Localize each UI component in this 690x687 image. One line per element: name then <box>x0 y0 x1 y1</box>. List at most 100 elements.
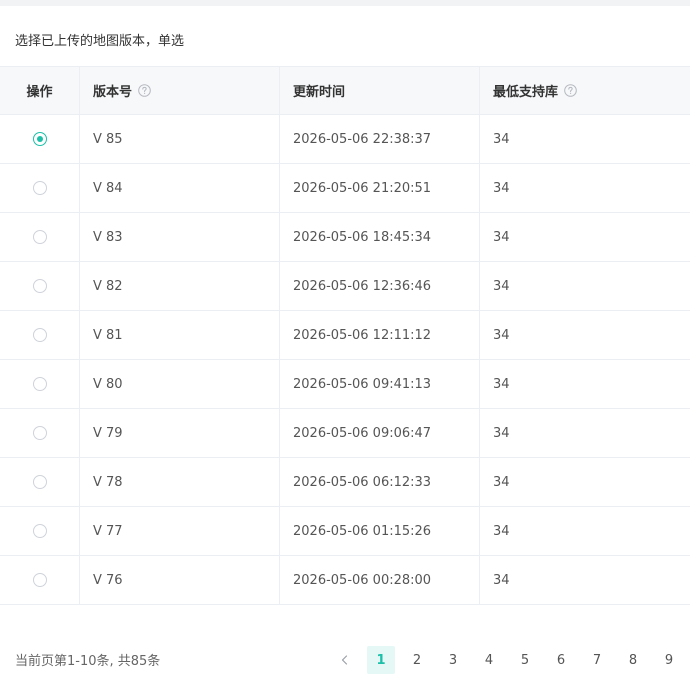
pagination: 123456789 <box>330 646 683 674</box>
version-cell: V 76 <box>80 556 280 604</box>
top-divider-strip <box>0 0 690 6</box>
header-min-lib-label: 最低支持库 <box>493 85 559 100</box>
table-row[interactable]: V 84 2026-05-06 21:20:51 34 <box>0 164 690 213</box>
header-version: 版本号 <box>80 67 280 114</box>
page-7-button[interactable]: 7 <box>583 646 611 674</box>
radio-dot <box>37 479 43 485</box>
page-6-button[interactable]: 6 <box>547 646 575 674</box>
min-lib-cell: 34 <box>493 572 510 588</box>
radio-dot <box>36 136 43 142</box>
row-select-cell <box>0 556 80 604</box>
map-version-table: 操作 版本号 更新时间 最低支持库 V 85 2026-05-06 22:38:… <box>0 66 690 605</box>
page-list: 123456789 <box>360 646 683 674</box>
radio-dot <box>37 234 43 240</box>
version-radio[interactable] <box>32 181 47 195</box>
header-op-label: 操作 <box>26 85 53 100</box>
version-cell: V 83 <box>80 213 280 261</box>
page-3-button[interactable]: 3 <box>439 646 467 674</box>
min-lib-cell: 34 <box>493 278 510 294</box>
row-select-cell <box>0 311 80 359</box>
version-cell: V 77 <box>80 507 280 555</box>
table-row[interactable]: V 83 2026-05-06 18:45:34 34 <box>0 213 690 262</box>
header-time: 更新时间 <box>280 67 480 114</box>
page-9-button[interactable]: 9 <box>655 646 683 674</box>
version-radio[interactable] <box>32 230 47 244</box>
min-lib-cell: 34 <box>493 180 510 196</box>
page-5-button[interactable]: 5 <box>511 646 539 674</box>
table-row[interactable]: V 85 2026-05-06 22:38:37 34 <box>0 115 690 164</box>
row-select-cell <box>0 458 80 506</box>
version-cell: V 80 <box>80 360 280 408</box>
version-radio[interactable] <box>32 377 47 391</box>
table-row[interactable]: V 76 2026-05-06 00:28:00 34 <box>0 556 690 605</box>
table-row[interactable]: V 77 2026-05-06 01:15:26 34 <box>0 507 690 556</box>
version-cell: V 78 <box>80 458 280 506</box>
table-body: V 85 2026-05-06 22:38:37 34 V 84 2026-05-06 … <box>0 115 690 605</box>
help-circle-icon[interactable] <box>138 84 151 97</box>
table-row[interactable]: V 82 2026-05-06 12:36:46 34 <box>0 262 690 311</box>
min-lib-cell: 34 <box>493 474 510 490</box>
table-row[interactable]: V 80 2026-05-06 09:41:13 34 <box>0 360 690 409</box>
update-time-cell: 2026-05-06 12:11:12 <box>280 311 480 359</box>
version-cell: V 82 <box>80 262 280 310</box>
update-time-cell: 2026-05-06 06:12:33 <box>280 458 480 506</box>
page-8-button[interactable]: 8 <box>619 646 647 674</box>
version-radio[interactable] <box>32 279 47 293</box>
update-time-cell: 2026-05-06 00:28:00 <box>280 556 480 604</box>
radio-dot <box>37 430 43 436</box>
min-lib-cell: 34 <box>493 229 510 245</box>
update-time-cell: 2026-05-06 01:15:26 <box>280 507 480 555</box>
version-cell: V 79 <box>80 409 280 457</box>
version-cell: V 81 <box>80 311 280 359</box>
update-time-cell: 2026-05-06 18:45:34 <box>280 213 480 261</box>
version-radio[interactable] <box>32 132 47 146</box>
update-time-cell: 2026-05-06 22:38:37 <box>280 115 480 163</box>
min-lib-cell: 34 <box>493 327 510 343</box>
page-1-button[interactable]: 1 <box>367 646 395 674</box>
radio-dot <box>37 528 43 534</box>
row-select-cell <box>0 213 80 261</box>
table-header-row: 操作 版本号 更新时间 最低支持库 <box>0 66 690 115</box>
min-lib-cell: 34 <box>493 523 510 539</box>
row-select-cell <box>0 409 80 457</box>
version-cell: V 84 <box>80 164 280 212</box>
page-2-button[interactable]: 2 <box>403 646 431 674</box>
min-lib-cell: 34 <box>493 376 510 392</box>
version-radio[interactable] <box>32 524 47 538</box>
chevron-left-icon <box>340 651 350 670</box>
radio-dot <box>37 577 43 583</box>
row-select-cell <box>0 262 80 310</box>
table-row[interactable]: V 81 2026-05-06 12:11:12 34 <box>0 311 690 360</box>
update-time-cell: 2026-05-06 12:36:46 <box>280 262 480 310</box>
help-circle-icon[interactable] <box>564 84 577 97</box>
update-time-cell: 2026-05-06 21:20:51 <box>280 164 480 212</box>
min-lib-cell: 34 <box>493 131 510 147</box>
header-min-lib: 最低支持库 <box>480 67 690 114</box>
update-time-cell: 2026-05-06 09:41:13 <box>280 360 480 408</box>
row-select-cell <box>0 360 80 408</box>
page-4-button[interactable]: 4 <box>475 646 503 674</box>
version-radio[interactable] <box>32 573 47 587</box>
table-row[interactable]: V 78 2026-05-06 06:12:33 34 <box>0 458 690 507</box>
header-time-label: 更新时间 <box>293 85 346 100</box>
header-op: 操作 <box>0 67 80 114</box>
row-select-cell <box>0 164 80 212</box>
version-cell: V 85 <box>80 115 280 163</box>
table-row[interactable]: V 79 2026-05-06 09:06:47 34 <box>0 409 690 458</box>
version-radio[interactable] <box>32 426 47 440</box>
radio-dot <box>37 381 43 387</box>
row-select-cell <box>0 507 80 555</box>
prev-page-button[interactable] <box>330 646 360 674</box>
radio-dot <box>37 185 43 191</box>
radio-dot <box>37 332 43 338</box>
pagination-footer: 当前页第1-10条, 共85条 123456789 <box>0 640 690 680</box>
radio-dot <box>37 283 43 289</box>
pagination-summary: 当前页第1-10条, 共85条 <box>15 654 161 669</box>
update-time-cell: 2026-05-06 09:06:47 <box>280 409 480 457</box>
version-radio[interactable] <box>32 475 47 489</box>
row-select-cell <box>0 115 80 163</box>
version-radio[interactable] <box>32 328 47 342</box>
instruction-text: 选择已上传的地图版本，单选 <box>15 34 185 49</box>
min-lib-cell: 34 <box>493 425 510 441</box>
header-version-label: 版本号 <box>93 85 133 100</box>
